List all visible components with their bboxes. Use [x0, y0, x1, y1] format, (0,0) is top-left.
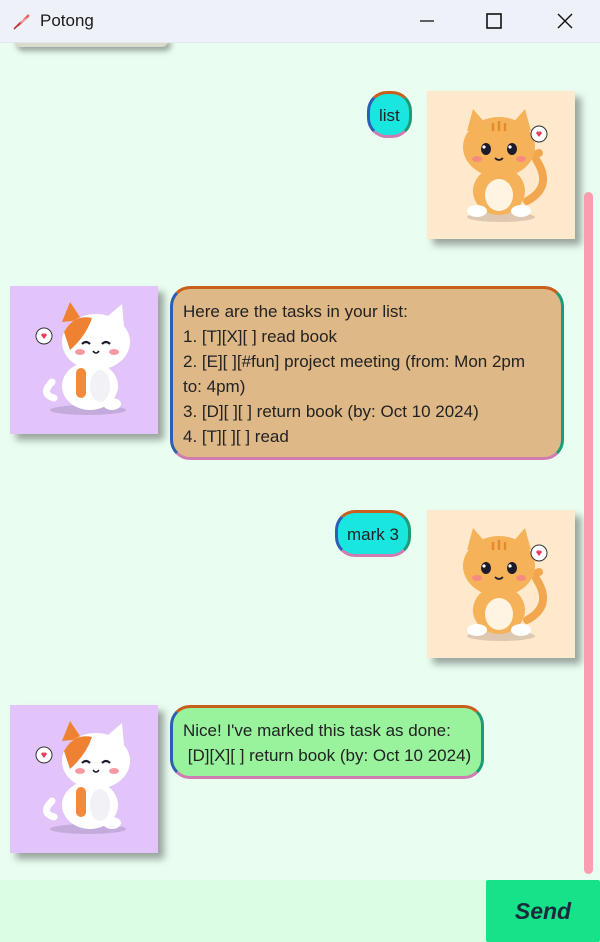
maximize-icon [486, 13, 502, 29]
feather-icon [12, 11, 32, 31]
close-icon [557, 13, 573, 29]
send-button[interactable]: Send [486, 880, 600, 942]
chat-scroll-area[interactable]: list Here are the tasks in your list: 1.… [0, 43, 600, 880]
close-button[interactable] [536, 0, 594, 42]
title-bar: Potong [0, 0, 600, 43]
window-title: Potong [40, 11, 94, 30]
bot-message-bubble: Here are the tasks in your list: 1. [T][… [170, 286, 564, 460]
message-input-bar [0, 880, 486, 942]
calico-cat-avatar [10, 286, 158, 434]
user-message-bubble: mark 3 [335, 510, 411, 557]
bot-message-bubble: Nice! I've marked this task as done: [D]… [170, 705, 485, 779]
minimize-button[interactable] [398, 0, 456, 42]
message-input[interactable] [0, 880, 486, 942]
minimize-icon [420, 20, 434, 22]
calico-cat-avatar [10, 705, 158, 853]
orange-cat-avatar [427, 510, 575, 658]
orange-cat-avatar [427, 91, 575, 239]
maximize-button[interactable] [465, 0, 523, 42]
user-message-bubble: list [367, 91, 412, 138]
vertical-scrollbar[interactable] [584, 192, 593, 874]
previous-message-edge [14, 43, 168, 47]
